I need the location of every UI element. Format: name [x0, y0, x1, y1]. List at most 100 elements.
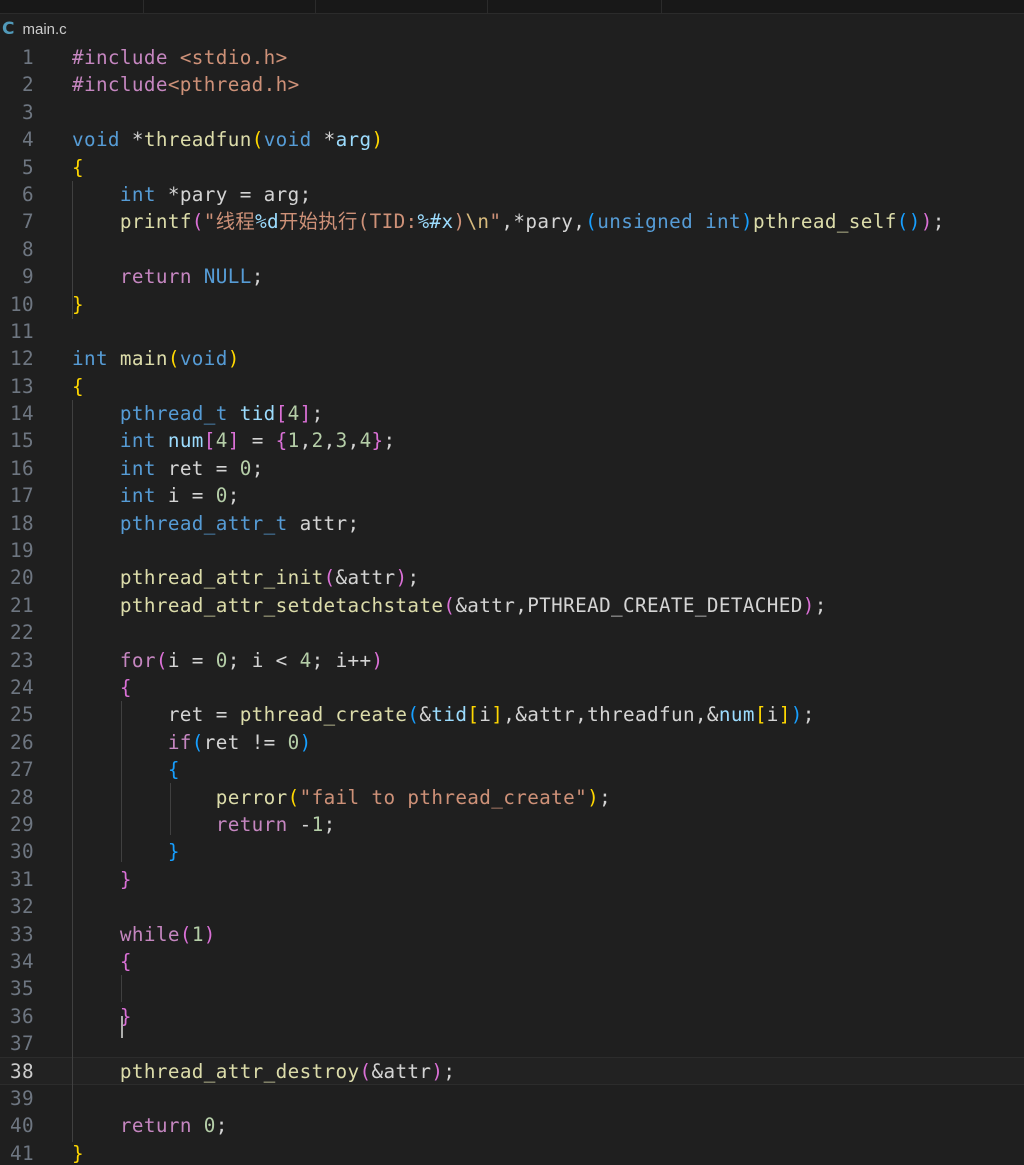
- code-line[interactable]: 31 }: [0, 866, 1024, 893]
- line-number: 28: [10, 785, 34, 809]
- line-number: 8: [22, 237, 34, 261]
- line-number: 13: [10, 374, 34, 398]
- code-line[interactable]: 2 #include<pthread.h>: [0, 71, 1024, 98]
- line-number: 4: [22, 128, 34, 152]
- code-line[interactable]: 40 return 0;: [0, 1112, 1024, 1139]
- code-text: int ret = 0;: [119, 456, 264, 480]
- line-number: 2: [22, 73, 34, 97]
- code-line[interactable]: 3: [0, 99, 1024, 126]
- code-line[interactable]: 36 }: [0, 1003, 1024, 1030]
- code-line[interactable]: 13 {: [0, 373, 1024, 400]
- code-text: {: [72, 374, 84, 398]
- editor-tab[interactable]: [144, 0, 316, 13]
- line-number: 10: [10, 292, 34, 316]
- code-line[interactable]: 6 int *pary = arg;: [0, 181, 1024, 208]
- code-text: ret = pthread_create(&tid[i],&attr,threa…: [72, 703, 815, 727]
- breadcrumb[interactable]: C main.c: [0, 14, 1024, 44]
- code-line[interactable]: 28 perror("fail to pthread_create");: [0, 784, 1024, 811]
- code-text: {: [119, 675, 132, 699]
- code-line[interactable]: 21 pthread_attr_setdetachstate(&attr,PTH…: [0, 592, 1024, 619]
- code-line[interactable]: 22: [0, 619, 1024, 646]
- code-line[interactable]: 5{: [0, 154, 1024, 181]
- code-line[interactable]: 17 int i = 0;: [0, 482, 1024, 509]
- code-text: }: [72, 292, 84, 316]
- indent-guide: [170, 783, 171, 835]
- code-line[interactable]: 1 #include <stdio.h>: [0, 44, 1024, 71]
- line-number: 14: [10, 402, 34, 426]
- line-number: 26: [10, 730, 34, 754]
- code-line[interactable]: 41}: [0, 1140, 1024, 1165]
- text-cursor: [121, 1016, 123, 1038]
- code-line[interactable]: 20 pthread_attr_init(&attr);: [0, 564, 1024, 591]
- line-number: 31: [10, 867, 34, 891]
- code-line[interactable]: 14 pthread_t tid[4];: [0, 400, 1024, 427]
- code-line[interactable]: 37: [0, 1030, 1024, 1057]
- code-text: int i = 0;: [119, 484, 240, 508]
- line-number: 17: [10, 484, 34, 508]
- code-text: for(i = 0; i < 4; i++): [119, 648, 384, 672]
- line-number: 6: [22, 182, 34, 206]
- code-text: return NULL;: [119, 265, 264, 289]
- line-number: 23: [10, 648, 34, 672]
- code-text: return -1;: [215, 812, 336, 836]
- code-line[interactable]: 30 }: [0, 838, 1024, 865]
- code-text: }: [72, 1141, 84, 1165]
- line-number: 32: [10, 895, 34, 919]
- code-text: int main(void): [72, 347, 240, 371]
- code-line[interactable]: 29 return -1;: [0, 811, 1024, 838]
- code-line[interactable]: 16 int ret = 0;: [0, 455, 1024, 482]
- code-line[interactable]: 38 pthread_attr_destroy(&attr);: [0, 1057, 1024, 1085]
- code-line[interactable]: 4 void *threadfun(void *arg): [0, 126, 1024, 153]
- editor-tab[interactable]: [488, 0, 662, 13]
- code-line[interactable]: 18 pthread_attr_t attr;: [0, 510, 1024, 537]
- line-number: 21: [10, 593, 34, 617]
- code-line[interactable]: 26 if(ret != 0): [0, 729, 1024, 756]
- breadcrumb-filename[interactable]: main.c: [22, 21, 66, 38]
- code-line[interactable]: 39: [0, 1085, 1024, 1112]
- indent-guide: [72, 400, 73, 1142]
- c-file-icon: C: [2, 19, 15, 39]
- editor-tab[interactable]: [0, 0, 144, 13]
- line-number: 20: [10, 566, 34, 590]
- line-number: 40: [10, 1114, 34, 1138]
- code-line[interactable]: 33 while(1): [0, 921, 1024, 948]
- line-number: 22: [10, 621, 34, 645]
- code-line[interactable]: 8: [0, 236, 1024, 263]
- code-line[interactable]: 7 printf("线程%d开始执行(TID:%#x)\n",*pary,(un…: [0, 208, 1024, 235]
- code-line[interactable]: 9 return NULL;: [0, 263, 1024, 290]
- code-text: pthread_t tid[4];: [119, 402, 324, 426]
- code-line[interactable]: 27 {: [0, 756, 1024, 783]
- line-number: 19: [10, 539, 34, 563]
- code-line[interactable]: 34 {: [0, 948, 1024, 975]
- line-number: 12: [10, 347, 34, 371]
- code-line[interactable]: 24 {: [0, 674, 1024, 701]
- line-number: 11: [10, 319, 34, 343]
- line-number: 25: [10, 703, 34, 727]
- code-text: }: [167, 840, 180, 864]
- line-number: 16: [10, 456, 34, 480]
- code-line[interactable]: 11: [0, 318, 1024, 345]
- code-line[interactable]: 32: [0, 893, 1024, 920]
- line-number: 29: [10, 812, 34, 836]
- indent-guide: [121, 701, 122, 862]
- editor-tab[interactable]: [316, 0, 488, 13]
- code-line[interactable]: 15 int num[4] = {1,2,3,4};: [0, 427, 1024, 454]
- line-number: 33: [10, 922, 34, 946]
- code-line[interactable]: 12 int main(void): [0, 345, 1024, 372]
- code-text: while(1): [119, 922, 216, 946]
- line-number: 38: [10, 1060, 34, 1084]
- code-text: {: [167, 758, 180, 782]
- code-editor[interactable]: 1 #include <stdio.h> 2 #include<pthread.h> 3…: [0, 44, 1024, 1165]
- line-number: 5: [22, 155, 34, 179]
- code-line[interactable]: 35: [0, 975, 1024, 1002]
- code-line[interactable]: 25 ret = pthread_create(&tid[i],&attr,th…: [0, 701, 1024, 728]
- code-text: void *threadfun(void *arg): [72, 128, 384, 152]
- code-line[interactable]: 10}: [0, 291, 1024, 318]
- code-line[interactable]: 19: [0, 537, 1024, 564]
- code-line[interactable]: 23 for(i = 0; i < 4; i++): [0, 647, 1024, 674]
- code-text: pthread_attr_destroy(&attr);: [119, 1060, 456, 1084]
- line-number: 34: [10, 949, 34, 973]
- code-text: int *pary = arg;: [119, 182, 312, 206]
- line-number: 7: [22, 210, 34, 234]
- editor-tab-strip: [0, 0, 1024, 14]
